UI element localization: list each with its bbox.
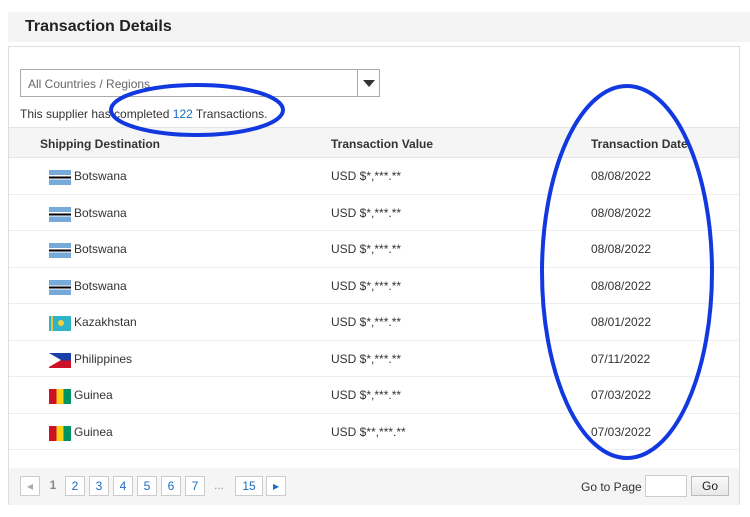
row-country: Philippines [74,351,133,366]
row-country: Botswana [74,169,127,183]
pagination: ◂ 1 234567 ... 15 ▸ Go to Page Go [9,468,739,505]
row-value: USD $**,***.** [331,424,406,439]
table-row: Botswana USD $*,***.** 08/08/2022 [9,268,739,304]
flag-kazakhstan-icon [49,316,71,331]
page-7-button[interactable]: 7 [185,476,205,496]
country-filter-value: All Countries / Regions [28,77,151,91]
row-date: 08/08/2022 [591,205,652,220]
page-4-button[interactable]: 4 [113,476,133,496]
table-row: Philippines USD $*,***.** 07/11/2022 [9,341,739,377]
row-date: 08/08/2022 [591,242,652,256]
flag-botswana-icon [49,170,71,185]
column-transaction-value: Transaction Value [331,137,434,151]
country-filter-select[interactable]: All Countries / Regions [20,69,380,97]
summary-suffix: Transactions. [195,107,268,121]
pagination-ellipsis: ... [213,478,224,492]
row-date: 08/01/2022 [591,315,652,329]
page-2-button[interactable]: 2 [65,476,85,496]
table-row: Guinea USD $**,***.** 07/03/2022 [9,414,739,450]
flag-guinea-icon [49,425,71,441]
prev-page-button[interactable]: ◂ [20,476,40,496]
flag-guinea-icon [49,389,71,404]
table-header: Shipping Destination Transaction Value T… [9,127,739,158]
flag-botswana-icon [49,243,71,258]
row-country: Botswana [74,205,127,220]
row-date: 07/03/2022 [591,424,652,439]
page-title: Transaction Details [25,18,172,35]
flag-philippines-icon [49,352,71,368]
row-date: 08/08/2022 [591,278,652,293]
table-row: Botswana USD $*,***.** 08/08/2022 [9,195,739,231]
goto-page-input[interactable] [645,475,687,497]
row-value: USD $*,***.** [331,205,402,220]
table-row: Kazakhstan USD $*,***.** 08/01/2022 [9,304,739,341]
page-5-button[interactable]: 5 [137,476,157,496]
summary-prefix: This supplier has completed [20,107,170,121]
page-1-current: 1 [49,478,57,492]
goto-page-label: Go to Page [581,480,642,494]
row-date: 07/11/2022 [591,351,651,366]
page-15-button[interactable]: 15 [235,476,263,496]
row-value: USD $*,***.** [331,278,402,293]
chevron-down-icon[interactable] [357,70,379,96]
page-3-button[interactable]: 3 [89,476,109,496]
go-button[interactable]: Go [691,476,729,496]
row-value: USD $*,***.** [331,169,402,183]
row-country: Botswana [74,242,127,256]
row-country: Guinea [74,388,113,402]
flag-botswana-icon [49,206,71,222]
table-row: Botswana USD $*,***.** 08/08/2022 [9,158,739,195]
row-country: Guinea [74,424,113,439]
row-value: USD $*,***.** [331,315,402,329]
next-page-button[interactable]: ▸ [266,476,286,496]
row-value: USD $*,***.** [331,388,402,402]
row-country: Kazakhstan [74,315,137,329]
column-shipping-destination: Shipping Destination [40,137,160,151]
transaction-count: 122 [172,107,193,121]
transactions-panel: All Countries / Regions This supplier ha… [8,46,740,505]
row-value: USD $*,***.** [331,242,402,256]
row-date: 08/08/2022 [591,169,652,183]
page-6-button[interactable]: 6 [161,476,181,496]
section-header: Transaction Details [8,12,750,42]
transaction-summary: This supplier has completed 122 Transact… [20,107,268,121]
row-country: Botswana [74,278,127,293]
table-row: Botswana USD $*,***.** 08/08/2022 [9,231,739,268]
flag-botswana-icon [49,279,71,295]
table-row: Guinea USD $*,***.** 07/03/2022 [9,377,739,414]
row-value: USD $*,***.** [331,351,402,366]
row-date: 07/03/2022 [591,388,652,402]
column-transaction-date: Transaction Date [591,137,688,151]
